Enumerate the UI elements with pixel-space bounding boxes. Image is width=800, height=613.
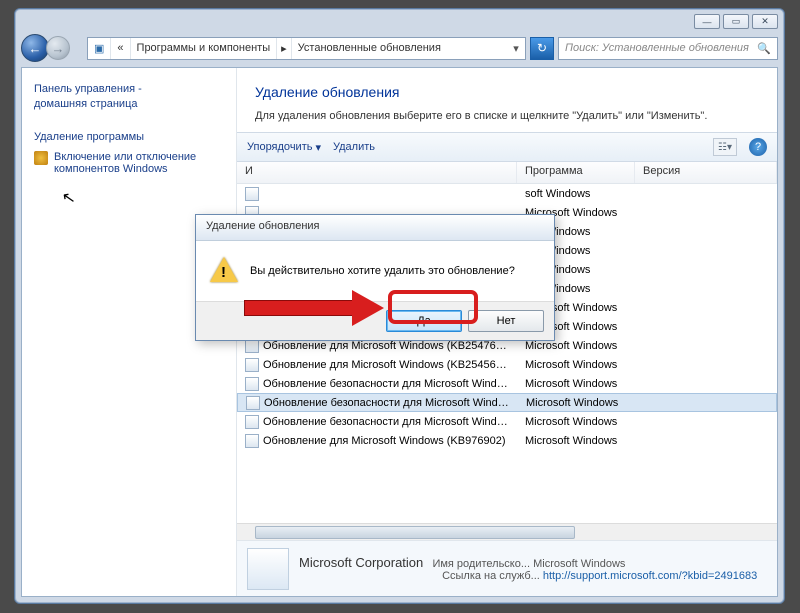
dialog-message: Вы действительно хотите удалить это обно…	[250, 265, 515, 277]
search-icon: 🔍	[757, 42, 771, 55]
no-button[interactable]: Нет	[468, 310, 544, 332]
close-button[interactable]: ✕	[752, 14, 778, 29]
yes-button[interactable]: Да	[386, 310, 462, 332]
mouse-cursor-icon: ↖	[60, 187, 77, 209]
cell-name: Обновление безопасности для Microsoft Wi…	[237, 415, 517, 429]
forward-button[interactable]: →	[46, 36, 70, 60]
help-button[interactable]: ?	[749, 138, 767, 156]
titlebar: — ▭ ✕	[15, 9, 784, 31]
breadcrumb-sep-icon: ▸	[277, 38, 292, 59]
table-row[interactable]: Обновление для Microsoft Windows (KB2545…	[237, 355, 777, 374]
update-icon	[245, 434, 259, 448]
parent-value: Microsoft Windows	[533, 558, 625, 570]
dialog-buttons: Да Нет	[196, 301, 554, 340]
col-version[interactable]: Версия	[635, 162, 777, 183]
table-row[interactable]: Обновление безопасности для Microsoft Wi…	[237, 374, 777, 393]
breadcrumb-2[interactable]: Установленные обновления	[292, 38, 507, 59]
column-headers: И Программа Версия	[237, 162, 777, 184]
cell-name	[237, 187, 517, 201]
cell-name: Обновление для Microsoft Windows (KB9769…	[237, 434, 517, 448]
update-icon	[245, 415, 259, 429]
breadcrumb-1[interactable]: Программы и компоненты	[131, 38, 278, 59]
details-pane: Microsoft Corporation Имя родительско...…	[237, 540, 777, 596]
breadcrumb-prefix: «	[111, 38, 130, 59]
view-menu[interactable]: ☷ ▾	[713, 138, 737, 156]
update-thumb-icon	[247, 548, 289, 590]
search-input[interactable]: Поиск: Установленные обновления 🔍	[558, 37, 778, 60]
table-row[interactable]: soft Windows	[237, 184, 777, 203]
refresh-icon: ↻	[537, 41, 547, 55]
cell-program: Microsoft Windows	[517, 340, 635, 352]
cell-name: Обновление безопасности для Microsoft Wi…	[237, 377, 517, 391]
organize-menu[interactable]: Упорядочить ▾	[247, 141, 321, 154]
dialog-title: Удаление обновления	[196, 215, 554, 241]
table-row[interactable]: Обновление для Microsoft Windows (KB9769…	[237, 431, 777, 450]
refresh-button[interactable]: ↻	[530, 37, 554, 60]
cell-program: Microsoft Windows	[518, 397, 636, 409]
sidebar-home-link[interactable]: Панель управления - домашняя страница	[34, 82, 224, 113]
shield-icon	[34, 151, 48, 165]
maximize-button[interactable]: ▭	[723, 14, 749, 29]
cell-program: Microsoft Windows	[517, 416, 635, 428]
page-subtitle: Для удаления обновления выберите его в с…	[255, 110, 759, 122]
help-icon: ?	[755, 141, 761, 153]
minimize-button[interactable]: —	[694, 14, 720, 29]
cell-program: Microsoft Windows	[517, 359, 635, 371]
remove-button[interactable]: Удалить	[333, 141, 375, 153]
nav-row: ← → ▣ « Программы и компоненты ▸ Установ…	[15, 31, 784, 65]
publisher-name: Microsoft Corporation	[299, 555, 423, 570]
support-link[interactable]: http://support.microsoft.com/?kbid=24916…	[543, 570, 757, 582]
update-icon	[245, 358, 259, 372]
address-bar[interactable]: ▣ « Программы и компоненты ▸ Установленн…	[87, 37, 526, 60]
sidebar-link-winfeatures[interactable]: Включение или отключение компонентов Win…	[34, 151, 224, 175]
chevron-down-icon: ▾	[315, 141, 321, 154]
table-row[interactable]: Обновление безопасности для Microsoft Wi…	[237, 393, 777, 412]
arrow-left-icon: ←	[29, 41, 42, 56]
view-icon: ☷	[718, 142, 727, 153]
nav-buttons: ← →	[21, 33, 83, 63]
control-panel-icon: ▣	[88, 38, 111, 59]
cell-name: Обновление для Microsoft Windows (KB2545…	[237, 358, 517, 372]
back-button[interactable]: ←	[21, 34, 49, 62]
search-placeholder: Поиск: Установленные обновления	[565, 42, 749, 54]
scrollbar-thumb[interactable]	[255, 526, 575, 539]
page-title: Удаление обновления	[255, 84, 759, 100]
cell-name: Обновление безопасности для Microsoft Wi…	[238, 396, 518, 410]
update-icon	[245, 377, 259, 391]
arrow-right-icon: →	[52, 41, 65, 56]
confirm-dialog: Удаление обновления ! Вы действительно х…	[195, 214, 555, 341]
sidebar-link-uninstall[interactable]: Удаление программы	[34, 131, 224, 143]
cell-program: Microsoft Windows	[517, 378, 635, 390]
address-dropdown-icon[interactable]: ▾	[507, 42, 525, 55]
update-icon	[246, 396, 260, 410]
table-row[interactable]: Обновление безопасности для Microsoft Wi…	[237, 412, 777, 431]
support-link-label: Ссылка на служб...	[442, 570, 540, 582]
warning-icon: !	[210, 257, 238, 285]
col-program[interactable]: Программа	[517, 162, 635, 183]
update-icon	[245, 187, 259, 201]
horizontal-scrollbar[interactable]	[237, 523, 777, 540]
cell-program: soft Windows	[517, 188, 635, 200]
cell-program: Microsoft Windows	[517, 435, 635, 447]
command-bar: Упорядочить ▾ Удалить ☷ ▾ ?	[237, 132, 777, 162]
col-name[interactable]: И	[237, 162, 517, 183]
parent-label: Имя родительско...	[432, 558, 530, 570]
